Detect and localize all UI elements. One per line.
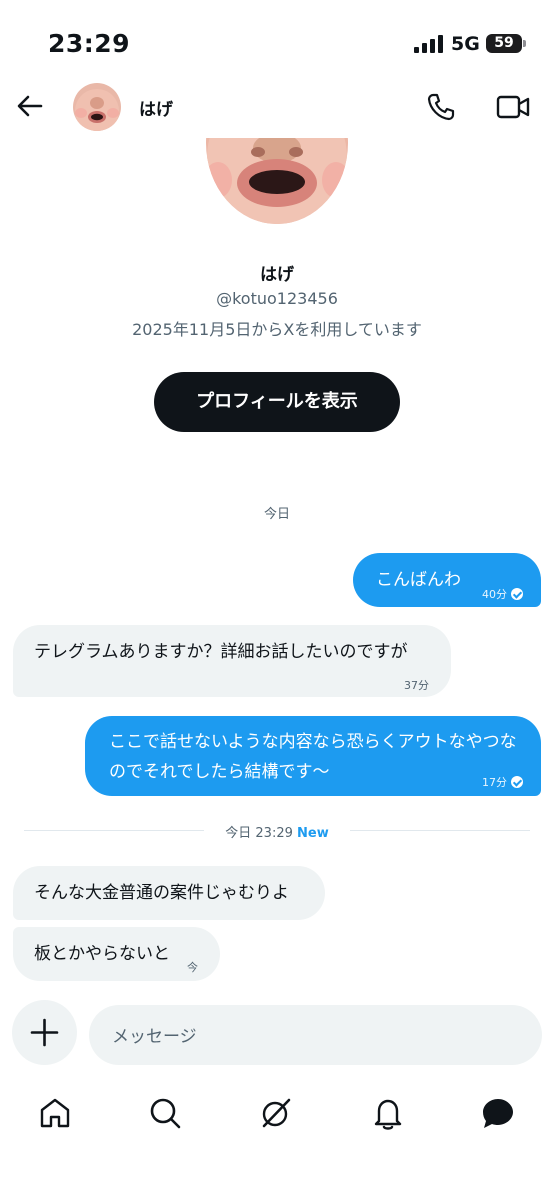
network-type: 5G [451, 33, 480, 55]
message-time: 37分 [404, 679, 429, 692]
message-time: 40分 [482, 588, 507, 601]
search-icon[interactable] [147, 1095, 183, 1131]
home-icon[interactable] [37, 1095, 73, 1131]
phone-icon[interactable] [425, 91, 457, 123]
message-time: 今 [187, 961, 198, 974]
date-separator: 今日 [263, 507, 290, 522]
new-messages-separator: 今日 23:29 New [24, 822, 530, 841]
message-text: こんばんわ [376, 570, 461, 590]
message-bubble-received[interactable]: 板とかやらないと 今 [13, 927, 220, 981]
message-input-placeholder: メッセージ [112, 1027, 197, 1047]
profile-joined-date: 2025年11月5日からXを利用しています [132, 320, 422, 339]
message-time: 17分 [482, 776, 507, 789]
chat-header: はげ [0, 80, 554, 138]
messages-icon[interactable] [480, 1095, 516, 1131]
message-bubble-sent[interactable]: ここで話せないような内容なら恐らくアウトなやつなのでそれでしたら結構です〜 17… [85, 716, 541, 796]
message-bubble-received[interactable]: テレグラムありますか？詳細お話したいのですが 37分 [13, 625, 451, 697]
message-input[interactable]: メッセージ [89, 1005, 542, 1065]
signal-icon [414, 35, 443, 53]
message-meta: 17分 [482, 768, 523, 798]
message-bubble-sent[interactable]: こんばんわ 40分 [353, 553, 541, 607]
message-text: そんな大金普通の案件じゃむりよ [34, 883, 289, 903]
avatar[interactable] [73, 83, 121, 131]
bottom-nav [0, 1082, 554, 1152]
status-bar: 23:29 5G 59 [0, 0, 554, 80]
message-text: 板とかやらないと [34, 944, 170, 964]
separator-time: 今日 23:29 [225, 826, 293, 841]
message-text: テレグラムありますか？詳細お話したいのですが [34, 642, 408, 662]
profile-handle: @kotuo123456 [216, 289, 338, 308]
message-meta: 40分 [482, 580, 523, 610]
read-check-icon [511, 776, 523, 788]
back-arrow-icon[interactable] [14, 90, 46, 122]
bell-icon[interactable] [370, 1095, 406, 1131]
grok-icon[interactable] [258, 1095, 294, 1131]
new-separator-label: 今日 23:29 New [24, 822, 530, 841]
battery-icon: 59 [486, 34, 526, 53]
status-time: 23:29 [48, 29, 131, 58]
video-call-icon[interactable] [495, 92, 531, 122]
plus-icon [30, 1018, 59, 1047]
view-profile-button[interactable]: プロフィールを表示 [154, 372, 400, 432]
message-text: ここで話せないような内容なら恐らくアウトなやつなのでそれでしたら結構です〜 [109, 732, 517, 782]
new-tag: New [297, 826, 329, 841]
attach-plus-button[interactable] [12, 1000, 77, 1065]
read-check-icon [511, 588, 523, 600]
message-bubble-received[interactable]: そんな大金普通の案件じゃむりよ [13, 866, 325, 920]
profile-name: はげ [260, 265, 294, 285]
header-name[interactable]: はげ [139, 95, 173, 120]
